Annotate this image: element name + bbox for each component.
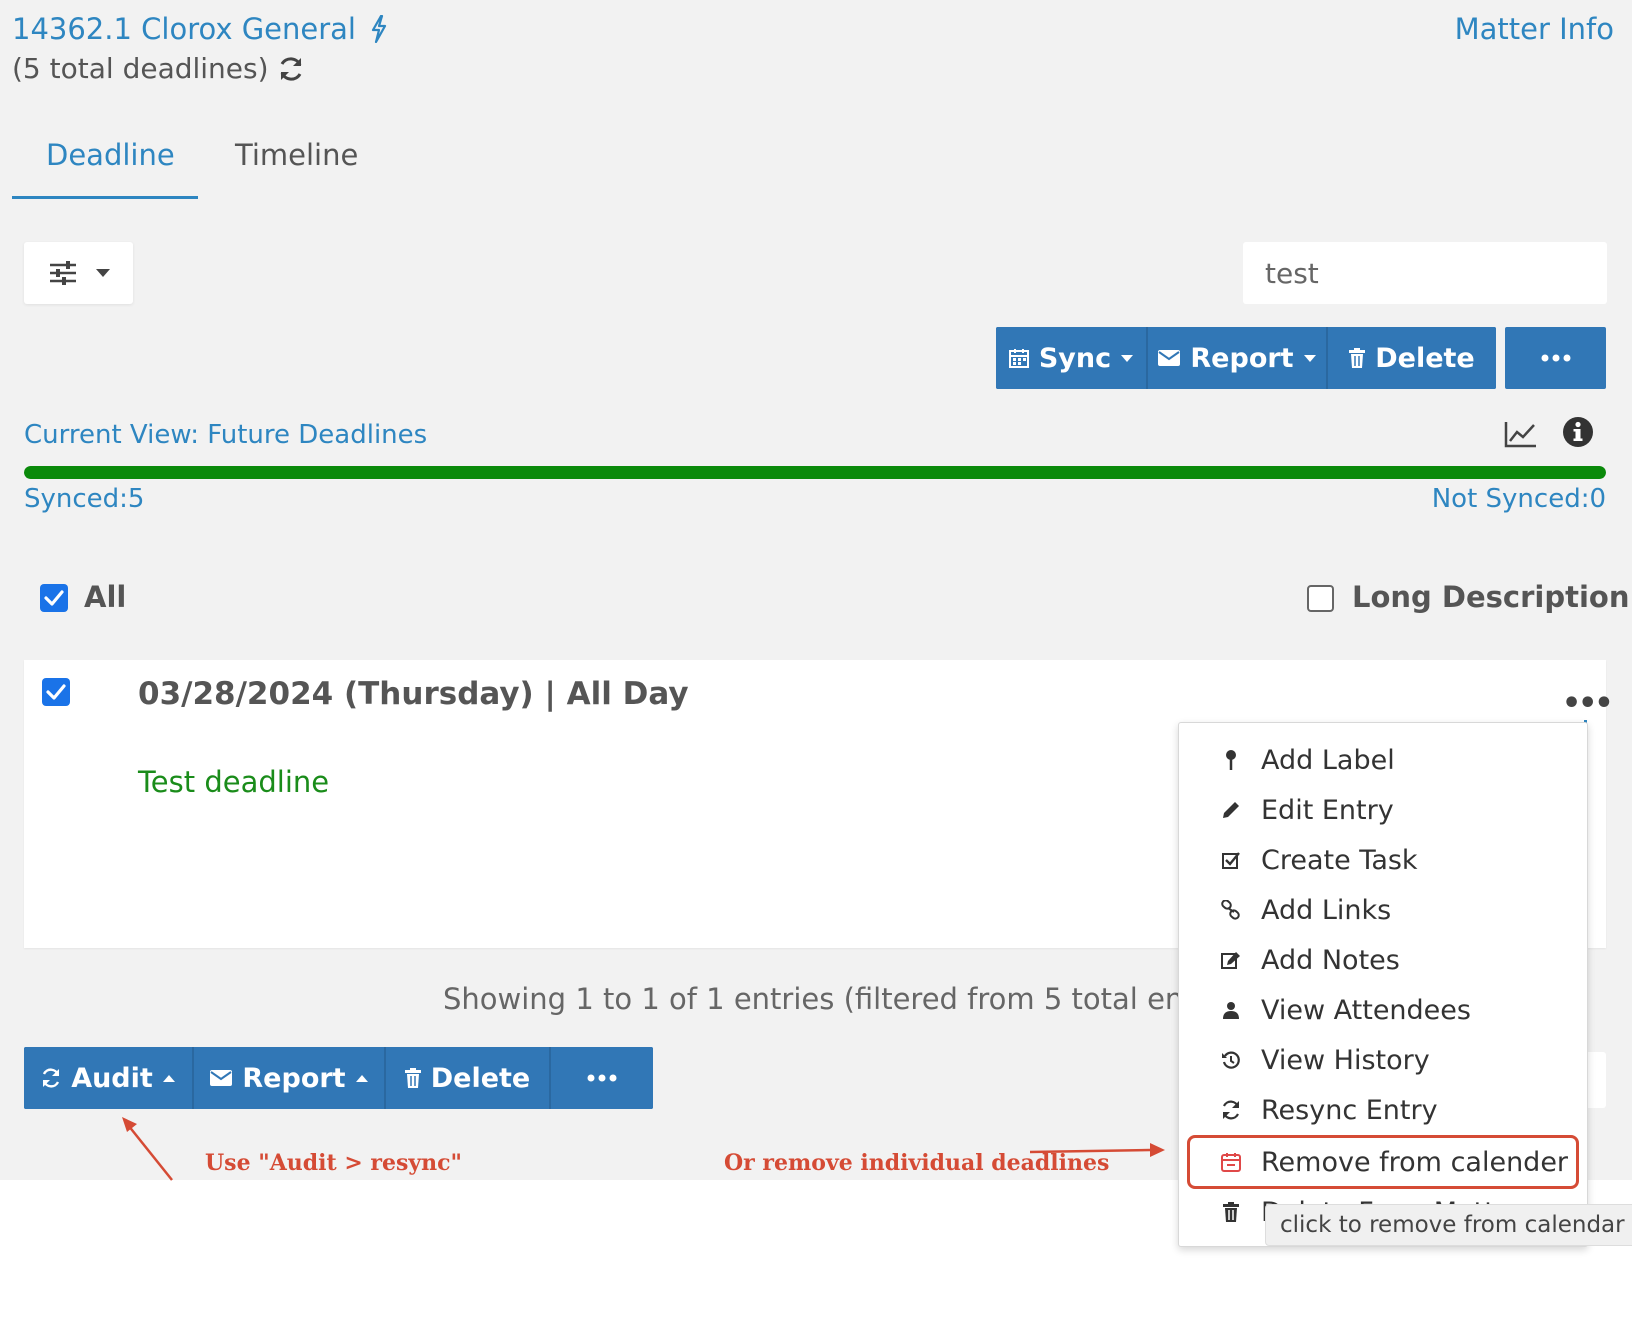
trash-icon [404, 1068, 421, 1088]
sync-dropdown-button[interactable]: Sync [996, 327, 1148, 389]
top-toolbar: Sync Report Delete [996, 327, 1496, 389]
trash-icon [1349, 348, 1366, 368]
tab-timeline[interactable]: Timeline [235, 138, 358, 172]
bolt-icon[interactable] [370, 15, 388, 43]
menu-item-add-notes[interactable]: Add Notes [1179, 935, 1587, 985]
trash-icon [1219, 1202, 1243, 1222]
refresh-icon [41, 1068, 61, 1088]
annotation-audit-hint: Use "Audit > resync" [205, 1150, 463, 1176]
info-icon[interactable] [1562, 416, 1594, 448]
menu-item-label: Add Notes [1261, 944, 1400, 976]
sliders-icon [48, 259, 78, 287]
line-chart-icon[interactable] [1504, 420, 1538, 448]
menu-item-remove-from-calendar[interactable]: Remove from calender [1179, 1137, 1587, 1187]
delete-button-bottom[interactable]: Delete [386, 1047, 551, 1109]
not-synced-count[interactable]: Not Synced:0 [1432, 484, 1606, 514]
menu-item-label: View History [1261, 1044, 1430, 1076]
total-deadlines: (5 total deadlines) [12, 52, 305, 85]
matter-title[interactable]: 14362.1 Clorox General [12, 12, 388, 46]
caret-down-icon [1121, 354, 1134, 362]
menu-item-label: Add Label [1261, 744, 1395, 776]
menu-item-resync-entry[interactable]: Resync Entry [1179, 1085, 1587, 1135]
search-input[interactable] [1243, 242, 1607, 304]
synced-count[interactable]: Synced:5 [24, 484, 144, 514]
refresh-icon [1219, 1100, 1243, 1120]
menu-item-add-links[interactable]: Add Links [1179, 885, 1587, 935]
caret-down-icon [95, 269, 110, 277]
menu-item-view-history[interactable]: View History [1179, 1035, 1587, 1085]
delete-button[interactable]: Delete [1328, 327, 1496, 389]
entry-description[interactable]: Test deadline [138, 765, 329, 799]
delete-label: Delete [1375, 342, 1475, 374]
tooltip: click to remove from calendar [1265, 1204, 1632, 1246]
menu-item-label: Remove from calender [1261, 1146, 1569, 1178]
audit-label: Audit [71, 1062, 153, 1094]
report-label: Report [242, 1062, 346, 1094]
link-icon [1219, 900, 1243, 920]
envelope-icon [1158, 350, 1181, 366]
menu-item-label: Create Task [1261, 844, 1418, 876]
select-all-label: All [84, 580, 127, 614]
matter-info-link[interactable]: Matter Info [1455, 12, 1614, 46]
entry-actions-menu: Add Label Edit Entry Create Task Add Lin… [1178, 722, 1588, 1247]
sync-progress-fill [24, 466, 1606, 479]
long-description-checkbox[interactable] [1307, 585, 1334, 612]
menu-item-create-task[interactable]: Create Task [1179, 835, 1587, 885]
menu-item-edit-entry[interactable]: Edit Entry [1179, 785, 1587, 835]
menu-item-label: Resync Entry [1261, 1094, 1438, 1126]
delete-label: Delete [430, 1062, 531, 1094]
more-options-button-bottom[interactable] [551, 1047, 653, 1109]
current-view-label[interactable]: Current View: Future Deadlines [24, 420, 427, 450]
calendar-remove-icon [1219, 1152, 1243, 1172]
edit-note-icon [1219, 951, 1243, 969]
entry-more-icon[interactable]: ••• [1562, 686, 1614, 721]
map-pin-icon [1219, 749, 1243, 771]
menu-item-label: View Attendees [1261, 994, 1471, 1026]
long-description-label: Long Description [1352, 580, 1630, 614]
pencil-icon [1219, 801, 1243, 819]
page-length-select-edge[interactable] [1588, 1052, 1606, 1108]
calendar-icon [1008, 348, 1029, 368]
history-icon [1219, 1050, 1243, 1070]
envelope-icon [210, 1070, 233, 1086]
audit-dropdown-button[interactable]: Audit [24, 1047, 194, 1109]
caret-down-icon [1303, 354, 1316, 362]
active-tab-indicator [12, 196, 198, 199]
menu-item-label: Edit Entry [1261, 794, 1394, 826]
caret-up-icon [162, 1074, 175, 1082]
showing-entries-info: Showing 1 to 1 of 1 entries (filtered fr… [443, 982, 1248, 1016]
ellipsis-icon [587, 1074, 617, 1082]
entry-checkbox[interactable] [42, 678, 70, 706]
sync-label: Sync [1038, 342, 1112, 374]
entry-date: 03/28/2024 (Thursday) | All Day [138, 676, 689, 712]
report-dropdown-button-bottom[interactable]: Report [194, 1047, 386, 1109]
matter-title-text[interactable]: 14362.1 Clorox General [12, 12, 356, 46]
sync-progress-bar [24, 466, 1606, 479]
tab-deadline[interactable]: Deadline [46, 138, 175, 172]
total-deadlines-text: (5 total deadlines) [12, 52, 269, 85]
select-all-checkbox[interactable] [40, 584, 68, 612]
report-label: Report [1190, 342, 1294, 374]
menu-item-view-attendees[interactable]: View Attendees [1179, 985, 1587, 1035]
refresh-icon[interactable] [277, 55, 305, 83]
report-dropdown-button[interactable]: Report [1148, 327, 1328, 389]
caret-up-icon [355, 1074, 368, 1082]
more-options-button[interactable] [1505, 327, 1606, 389]
check-square-icon [1219, 851, 1243, 869]
bottom-toolbar: Audit Report Delete [24, 1047, 653, 1109]
filter-dropdown-button[interactable] [24, 242, 133, 304]
ellipsis-icon [1541, 354, 1571, 362]
annotation-remove-hint: Or remove individual deadlines [724, 1150, 1110, 1176]
user-icon [1219, 1001, 1243, 1019]
menu-item-add-label[interactable]: Add Label [1179, 735, 1587, 785]
menu-item-label: Add Links [1261, 894, 1392, 926]
